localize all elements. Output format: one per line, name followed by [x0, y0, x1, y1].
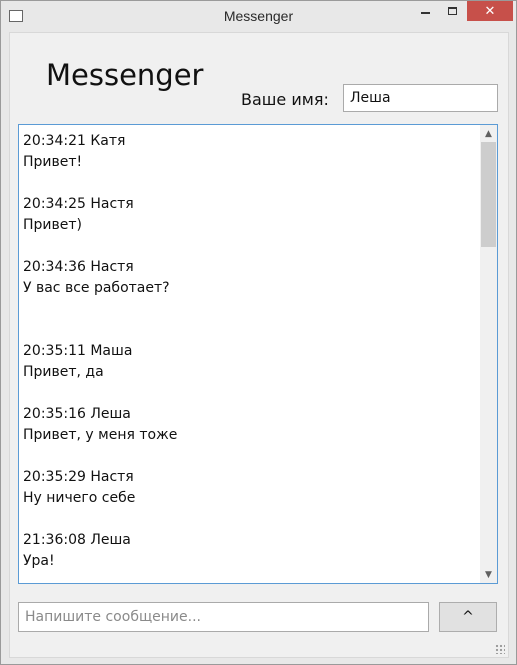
message-item: 20:34:36 Настя У вас все работает? — [23, 257, 479, 341]
message-author: Маша — [90, 343, 133, 359]
message-author: Настя — [90, 469, 134, 485]
message-author: Настя — [90, 259, 134, 275]
message-text: Привет) — [23, 217, 82, 233]
message-time: 20:35:16 — [23, 406, 86, 422]
message-item: 20:35:11 Маша Привет, да — [23, 341, 479, 404]
message-input[interactable] — [18, 602, 429, 632]
message-time: 21:36:08 — [23, 532, 86, 548]
message-item: 21:36:08 Леша Ура! — [23, 530, 479, 583]
close-icon: ✕ — [484, 3, 496, 19]
message-text: Привет, да — [23, 364, 104, 380]
message-history[interactable]: 20:34:21 Катя Привет! 20:34:25 Настя При… — [18, 124, 498, 584]
send-button[interactable]: ^ — [439, 602, 497, 632]
message-author: Настя — [90, 196, 134, 212]
message-time: 20:35:11 — [23, 343, 86, 359]
message-author: Леша — [90, 532, 131, 548]
main-panel: Messenger Ваше имя: 20:34:21 Катя Привет… — [9, 32, 509, 658]
message-item: 20:35:29 Настя Ну ничего себе — [23, 467, 479, 530]
maximize-icon — [447, 7, 457, 15]
message-text: Ура! — [23, 553, 55, 569]
message-text: Ну ничего себе — [23, 490, 136, 506]
message-item: 20:34:25 Настя Привет) — [23, 194, 479, 257]
message-author: Леша — [90, 406, 131, 422]
messenger-window: Messenger ✕ Messenger Ваше имя: 20:34:21… — [0, 0, 517, 665]
name-label: Ваше имя: — [241, 90, 329, 109]
message-text: Привет! — [23, 154, 83, 170]
page-title: Messenger — [46, 58, 204, 92]
maximize-button[interactable] — [439, 1, 465, 21]
title-bar[interactable]: Messenger ✕ — [1, 1, 516, 32]
message-time: 20:34:36 — [23, 259, 86, 275]
scroll-thumb[interactable] — [481, 142, 496, 247]
name-field[interactable] — [343, 84, 498, 112]
minimize-icon — [420, 12, 430, 14]
message-time: 20:35:29 — [23, 469, 86, 485]
message-time: 20:34:25 — [23, 196, 86, 212]
message-item: 20:34:21 Катя Привет! — [23, 131, 479, 194]
minimize-button[interactable] — [411, 1, 439, 21]
message-text: У вас все работает? — [23, 280, 170, 296]
vertical-scrollbar[interactable]: ▲ ▼ — [480, 125, 497, 583]
message-list: 20:34:21 Катя Привет! 20:34:25 Настя При… — [23, 131, 479, 583]
scroll-down-icon[interactable]: ▼ — [480, 566, 497, 583]
scroll-up-icon[interactable]: ▲ — [480, 125, 497, 142]
close-button[interactable]: ✕ — [467, 1, 513, 21]
resize-grip-icon[interactable] — [495, 644, 505, 654]
message-text: Привет, у меня тоже — [23, 427, 178, 443]
message-item: 20:35:16 Леша Привет, у меня тоже — [23, 404, 479, 467]
message-time: 20:34:21 — [23, 133, 86, 149]
message-author: Катя — [90, 133, 126, 149]
